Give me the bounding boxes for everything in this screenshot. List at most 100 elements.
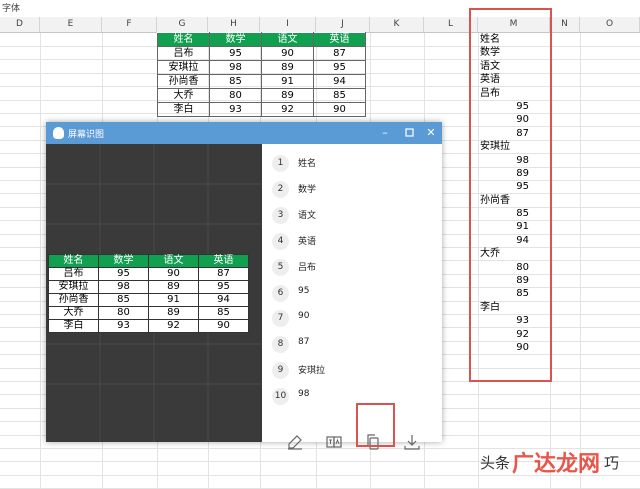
column-header-f[interactable]: F bbox=[102, 17, 157, 33]
column-header-i[interactable]: I bbox=[260, 17, 316, 33]
preview-table-cell[interactable]: 94 bbox=[198, 293, 249, 307]
preview-table-row: 安琪拉 98 89 95 bbox=[48, 280, 249, 294]
source-table[interactable]: 姓名 数学 语文 英语 吕布 95 90 87 安琪拉 98 89 95 孙尚香 85 91 94 大乔 80 89… bbox=[157, 32, 366, 117]
preview-table-header-cell: 数学 bbox=[98, 254, 149, 268]
maximize-icon[interactable] bbox=[401, 125, 417, 141]
source-table-cell[interactable]: 85 bbox=[209, 74, 262, 89]
app-logo-icon bbox=[53, 127, 64, 139]
source-table-cell[interactable]: 89 bbox=[261, 88, 314, 103]
source-table-cell[interactable]: 大乔 bbox=[157, 88, 210, 103]
column-header-e[interactable]: E bbox=[40, 17, 102, 33]
ocr-result-item[interactable]: 5 吕布 bbox=[272, 256, 432, 278]
preview-table-cell[interactable]: 89 bbox=[148, 280, 199, 294]
source-table-cell[interactable]: 89 bbox=[261, 60, 314, 75]
source-table-cell[interactable]: 94 bbox=[313, 74, 366, 89]
result-text: 语文 bbox=[298, 210, 317, 221]
source-table-cell[interactable]: 90 bbox=[261, 46, 314, 61]
source-table-cell[interactable]: 91 bbox=[261, 74, 314, 89]
source-table-row: 李白 93 92 90 bbox=[157, 102, 366, 117]
preview-table-cell[interactable]: 95 bbox=[98, 267, 149, 281]
ocr-results-list[interactable]: 1 姓名 2 数学 3 语文 4 英语 5 吕布 6 95 7 90 8 87 9 安琪拉 10 98 bbox=[262, 144, 442, 450]
source-table-header-cell: 英语 bbox=[313, 32, 366, 47]
result-text: 安琪拉 bbox=[298, 366, 326, 377]
ocr-result-item[interactable]: 9 安琪拉 bbox=[272, 359, 432, 381]
source-table-cell[interactable]: 90 bbox=[313, 102, 366, 117]
copy-button-highlight bbox=[356, 403, 395, 447]
source-table-cell[interactable]: 98 bbox=[209, 60, 262, 75]
result-index-badge: 8 bbox=[272, 336, 289, 354]
watermark-brand: 广达龙网 bbox=[512, 452, 601, 477]
translate-icon[interactable] bbox=[324, 432, 344, 452]
result-index-badge: 7 bbox=[272, 310, 289, 328]
source-table-cell[interactable]: 93 bbox=[209, 102, 262, 117]
preview-table-cell[interactable]: 安琪拉 bbox=[48, 280, 99, 294]
watermark-suffix: 巧 bbox=[604, 454, 620, 472]
column-header-g[interactable]: G bbox=[157, 17, 208, 33]
source-table-cell[interactable]: 80 bbox=[209, 88, 262, 103]
source-table-cell[interactable]: 87 bbox=[313, 46, 366, 61]
source-table-row: 吕布 95 90 87 bbox=[157, 46, 366, 61]
edit-icon[interactable] bbox=[285, 432, 305, 452]
source-table-cell[interactable]: 孙尚香 bbox=[157, 74, 210, 89]
preview-table-cell[interactable]: 95 bbox=[198, 280, 249, 294]
column-header-n[interactable]: N bbox=[550, 17, 580, 33]
result-text: 87 bbox=[298, 337, 310, 348]
result-text: 数学 bbox=[298, 184, 317, 195]
preview-table-cell[interactable]: 90 bbox=[148, 267, 199, 281]
preview-table-cell[interactable]: 80 bbox=[98, 306, 149, 320]
preview-table-cell[interactable]: 90 bbox=[198, 319, 249, 333]
column-header-d[interactable]: D bbox=[0, 17, 40, 33]
preview-table-cell[interactable]: 85 bbox=[198, 306, 249, 320]
ocr-result-item[interactable]: 1 姓名 bbox=[272, 152, 432, 174]
download-icon[interactable] bbox=[402, 432, 422, 452]
preview-table-header-cell: 英语 bbox=[198, 254, 249, 268]
preview-table-cell[interactable]: 89 bbox=[148, 306, 199, 320]
result-text: 95 bbox=[298, 285, 310, 296]
preview-table-cell[interactable]: 吕布 bbox=[48, 267, 99, 281]
window-title: 屏幕识图 bbox=[68, 130, 105, 140]
preview-table-cell[interactable]: 93 bbox=[98, 319, 149, 333]
preview-table-row: 大乔 80 89 85 bbox=[48, 306, 249, 320]
preview-table-cell[interactable]: 大乔 bbox=[48, 306, 99, 320]
column-header-h[interactable]: H bbox=[208, 17, 260, 33]
result-text: 90 bbox=[298, 311, 310, 322]
source-table-cell[interactable]: 95 bbox=[313, 60, 366, 75]
preview-table-header-cell: 语文 bbox=[148, 254, 199, 268]
source-table-cell[interactable]: 李白 bbox=[157, 102, 210, 117]
result-index-badge: 10 bbox=[272, 388, 289, 406]
ocr-window[interactable]: 屏幕识图 – ✕ 姓名 数学 语文 英语 吕布 95 90 87 安琪拉 98 89 95 孙尚香 85 9… bbox=[46, 122, 442, 450]
column-header-k[interactable]: K bbox=[370, 17, 424, 33]
source-table-cell[interactable]: 安琪拉 bbox=[157, 60, 210, 75]
ocr-result-item[interactable]: 10 98 bbox=[272, 385, 432, 407]
ocr-result-item[interactable]: 6 95 bbox=[272, 282, 432, 304]
ocr-result-item[interactable]: 4 英语 bbox=[272, 230, 432, 252]
source-table-row: 孙尚香 85 91 94 bbox=[157, 74, 366, 89]
preview-table-cell[interactable]: 87 bbox=[198, 267, 249, 281]
result-index-badge: 6 bbox=[272, 284, 289, 302]
ocr-result-item[interactable]: 3 语文 bbox=[272, 204, 432, 226]
minimize-icon[interactable]: – bbox=[377, 125, 393, 141]
preview-table-cell[interactable]: 91 bbox=[148, 293, 199, 307]
source-table-header-cell: 语文 bbox=[261, 32, 314, 47]
preview-table-cell[interactable]: 孙尚香 bbox=[48, 293, 99, 307]
source-table-cell[interactable]: 95 bbox=[209, 46, 262, 61]
source-table-cell[interactable]: 吕布 bbox=[157, 46, 210, 61]
ocr-result-item[interactable]: 2 数学 bbox=[272, 178, 432, 200]
result-index-badge: 9 bbox=[272, 362, 289, 380]
ocr-result-item[interactable]: 8 87 bbox=[272, 333, 432, 355]
source-table-cell[interactable]: 92 bbox=[261, 102, 314, 117]
column-header-j[interactable]: J bbox=[316, 17, 370, 33]
result-text: 吕布 bbox=[298, 262, 317, 273]
preview-table-cell[interactable]: 85 bbox=[98, 293, 149, 307]
source-table-header-cell: 数学 bbox=[209, 32, 262, 47]
ocr-result-item[interactable]: 7 90 bbox=[272, 307, 432, 329]
result-text: 姓名 bbox=[298, 159, 317, 169]
column-header-o[interactable]: O bbox=[580, 17, 640, 33]
title-bar[interactable]: 屏幕识图 – ✕ bbox=[46, 122, 442, 144]
preview-table-cell[interactable]: 98 bbox=[98, 280, 149, 294]
source-table-cell[interactable]: 85 bbox=[313, 88, 366, 103]
source-table-row: 安琪拉 98 89 95 bbox=[157, 60, 366, 75]
preview-table-cell[interactable]: 92 bbox=[148, 319, 199, 333]
preview-table-cell[interactable]: 李白 bbox=[48, 319, 99, 333]
close-icon[interactable]: ✕ bbox=[423, 125, 439, 141]
